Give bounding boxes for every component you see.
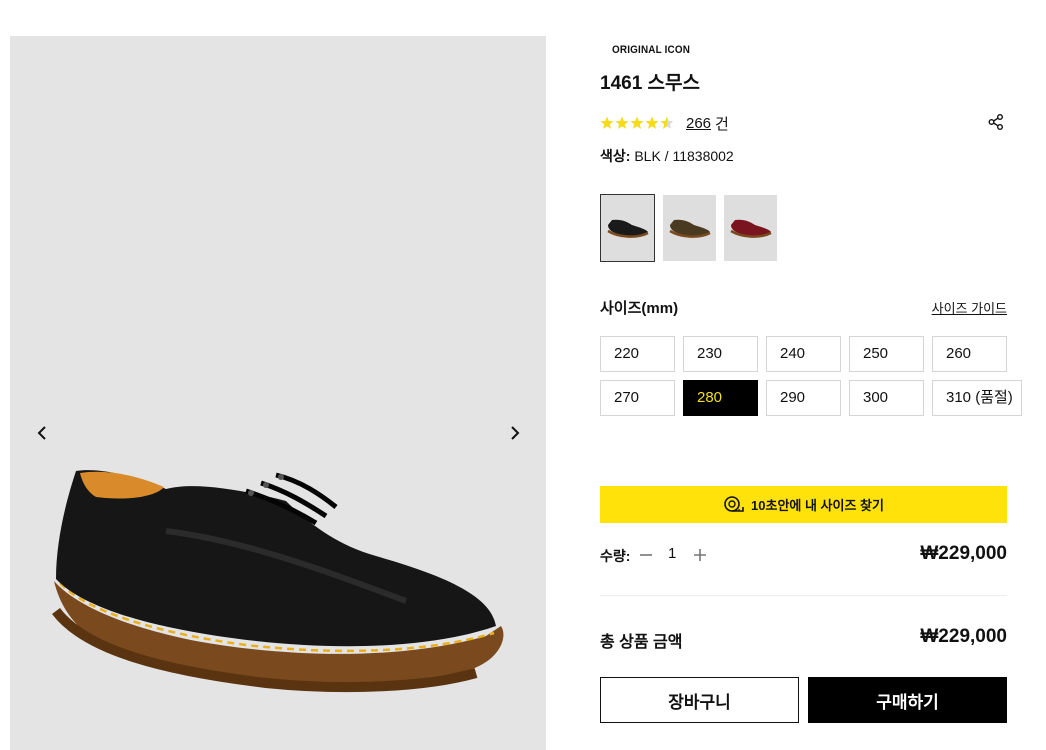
size-option[interactable]: 240	[766, 336, 841, 372]
size-option[interactable]: 290	[766, 380, 841, 416]
color-label: 색상:	[600, 148, 631, 164]
size-guide-link[interactable]: 사이즈 가이드	[932, 298, 1007, 317]
color-info: 색상: BLK / 11838002	[600, 146, 734, 166]
star-icon	[615, 116, 629, 129]
total-label: 총 상품 금액	[600, 634, 683, 651]
size-finder-label: 10초안에 내 사이즈 찾기	[751, 498, 884, 513]
share-button[interactable]	[987, 113, 1007, 133]
minus-icon	[640, 554, 652, 556]
product-title: 1461 스무스	[600, 73, 700, 94]
size-option[interactable]: 310 (품절)	[932, 380, 1022, 416]
chevron-right-icon	[511, 426, 520, 440]
shoe-thumbnail-red	[729, 219, 772, 238]
star-icon	[630, 116, 644, 129]
size-title: 사이즈(mm)	[600, 300, 679, 317]
swatch-cherry-red[interactable]	[724, 195, 777, 261]
product-detail-panel: ORIGINAL ICON 1461 스무스 266 건 색상: BLK / 1…	[600, 0, 1022, 750]
size-finder-button[interactable]: 10초안에 내 사이즈 찾기	[600, 486, 1007, 523]
prev-image-button[interactable]	[30, 421, 54, 445]
plus-icon	[694, 549, 706, 561]
size-option[interactable]: 220	[600, 336, 675, 372]
next-image-button[interactable]	[503, 421, 527, 445]
star-icon	[600, 116, 614, 129]
product-image-gallery	[10, 36, 546, 750]
add-to-cart-button[interactable]: 장바구니	[600, 677, 799, 723]
quantity-value: 1	[668, 545, 677, 562]
shoe-thumbnail-brown	[668, 219, 711, 238]
product-shoe-image	[52, 470, 504, 693]
review-unit: 건	[715, 115, 729, 133]
star-icon	[645, 116, 659, 129]
size-option[interactable]: 260	[932, 336, 1007, 372]
size-option[interactable]: 300	[849, 380, 924, 416]
measuring-tape-icon	[724, 495, 744, 512]
swatch-black[interactable]	[600, 194, 655, 262]
rating-row: 266 건	[600, 113, 729, 133]
size-option[interactable]: 280	[683, 380, 758, 416]
size-option[interactable]: 270	[600, 380, 675, 416]
chevron-left-icon	[37, 426, 46, 440]
color-swatches	[600, 194, 777, 262]
size-option[interactable]: 250	[849, 336, 924, 372]
quantity-label: 수량:	[600, 548, 631, 564]
star-icon	[660, 116, 674, 129]
review-count-link[interactable]: 266	[686, 115, 711, 132]
quantity-decrease-button[interactable]	[638, 543, 654, 567]
total-row: 총 상품 금액 ₩229,000	[600, 626, 1007, 651]
divider	[600, 595, 1007, 596]
share-icon	[988, 114, 1003, 130]
total-price: ₩229,000	[920, 626, 1007, 647]
buy-now-button[interactable]: 구매하기	[808, 677, 1007, 723]
size-option[interactable]: 230	[683, 336, 758, 372]
collection-tag: ORIGINAL ICON	[612, 44, 691, 56]
swatch-brown[interactable]	[663, 195, 716, 261]
quantity-increase-button[interactable]	[692, 543, 708, 567]
size-header: 사이즈(mm) 사이즈 가이드	[600, 297, 1007, 317]
shoe-thumbnail-black	[606, 219, 649, 238]
star-rating	[600, 116, 674, 130]
unit-price: ₩229,000	[920, 543, 1007, 564]
quantity-row: 수량: 1 ₩229,000	[600, 543, 1007, 567]
color-value: BLK / 11838002	[630, 148, 734, 164]
